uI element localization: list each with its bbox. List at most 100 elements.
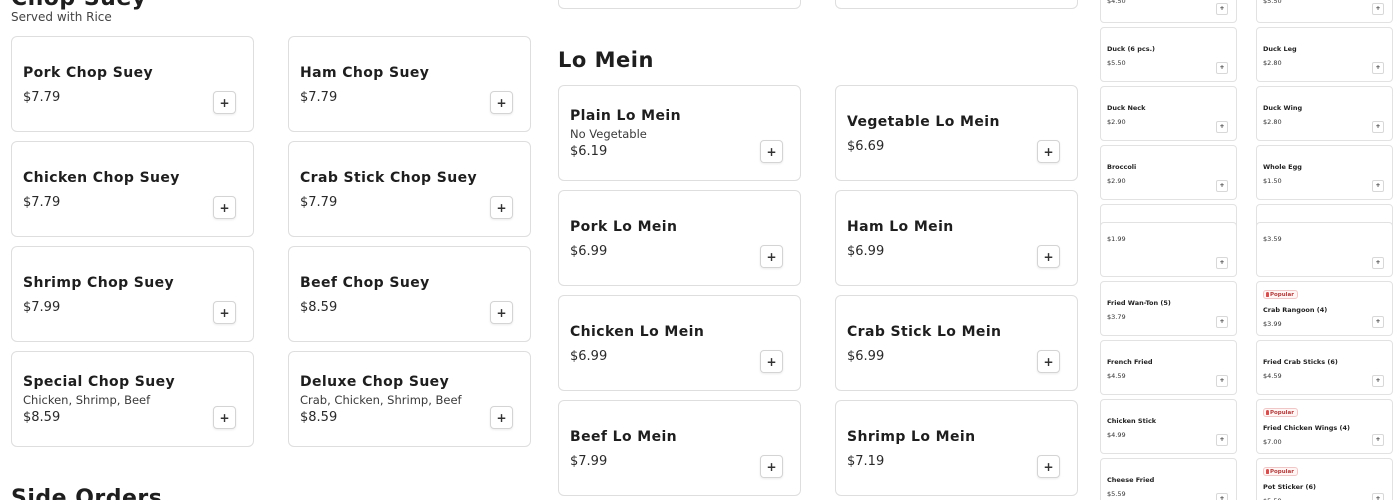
add-to-cart-button[interactable]: + [1216, 375, 1228, 387]
side-card-duck-leg[interactable]: Duck Leg $2.80 + [1256, 27, 1393, 82]
add-to-cart-button[interactable]: + [1372, 257, 1384, 269]
add-to-cart-button[interactable]: + [213, 91, 236, 114]
item-name: Plain Lo Mein [570, 108, 681, 124]
add-to-cart-button[interactable]: + [1372, 493, 1384, 500]
add-to-cart-button[interactable]: + [1216, 121, 1228, 133]
add-to-cart-button[interactable]: + [1216, 62, 1228, 74]
side-item-name: Whole Egg [1263, 163, 1302, 171]
plus-icon: + [1219, 318, 1225, 325]
side-card-french-fried[interactable]: French Fried $4.59 + [1100, 340, 1237, 395]
menu-card-ham-chop-suey[interactable]: Ham Chop Suey $7.79 + [288, 36, 531, 132]
menu-card-chicken-chop-suey[interactable]: Chicken Chop Suey $7.79 + [11, 141, 254, 237]
side-card-fried-wan-ton-5[interactable]: Fried Wan-Ton (5) $3.79 + [1100, 281, 1237, 336]
item-price: $6.19 [570, 144, 608, 159]
plus-icon: + [1375, 495, 1381, 500]
menu-card-pork-chop-suey[interactable]: Pork Chop Suey $7.79 + [11, 36, 254, 132]
add-to-cart-button[interactable]: + [1216, 3, 1228, 15]
add-to-cart-button[interactable]: + [760, 140, 783, 163]
add-to-cart-button[interactable]: + [490, 196, 513, 219]
add-to-cart-button[interactable]: + [1216, 493, 1228, 500]
add-to-cart-button[interactable]: + [1372, 316, 1384, 328]
item-name: Ham Chop Suey [300, 65, 430, 81]
plus-icon: + [766, 144, 777, 159]
side-card-fried-crab-sticks-6[interactable]: Fried Crab Sticks (6) $4.59 + [1256, 340, 1393, 395]
side-item-price: $2.80 [1263, 118, 1282, 126]
add-to-cart-button[interactable]: + [1372, 434, 1384, 446]
menu-card-plain-lo-mein[interactable]: Plain Lo Mein No Vegetable $6.19 + [558, 85, 801, 181]
add-to-cart-button[interactable]: + [1037, 455, 1060, 478]
side-card-crab-rangoon-4[interactable]: Popular Crab Rangoon (4) $3.99 + [1256, 281, 1393, 336]
menu-card-beef-chop-suey[interactable]: Beef Chop Suey $8.59 + [288, 246, 531, 342]
add-to-cart-button[interactable]: + [490, 406, 513, 429]
side-card-duck-wing[interactable]: Duck Wing $2.80 + [1256, 86, 1393, 141]
side-item-name: Duck Wing [1263, 104, 1303, 112]
plus-icon: + [219, 200, 230, 215]
side-card-pot-sticker-6[interactable]: PopularPot Sticker (6)$5.59+ [1256, 458, 1393, 500]
item-price: $6.69 [847, 139, 885, 154]
plus-icon: + [1375, 318, 1381, 325]
plus-icon: + [1219, 377, 1225, 384]
fire-icon [1266, 469, 1269, 474]
menu-card-shrimp-lo-mein[interactable]: Shrimp Lo Mein $7.19 + [835, 400, 1078, 496]
add-to-cart-button[interactable]: + [490, 91, 513, 114]
side-card[interactable]: $3.59 + [1256, 222, 1393, 277]
plus-icon: + [1219, 436, 1225, 443]
menu-card-vegetable-lo-mein[interactable]: Vegetable Lo Mein $6.69 + [835, 85, 1078, 181]
menu-card-crab-stick-chop-suey[interactable]: Crab Stick Chop Suey $7.79 + [288, 141, 531, 237]
plus-icon: + [1375, 259, 1381, 266]
side-card[interactable]: $4.50 + [1100, 0, 1237, 23]
plus-icon: + [1043, 354, 1054, 369]
menu-card-deluxe-chop-suey[interactable]: Deluxe Chop Suey Crab, Chicken, Shrimp, B… [288, 351, 531, 447]
menu-card-ham-lo-mein[interactable]: Ham Lo Mein $6.99 + [835, 190, 1078, 286]
menu-card-pork-lo-mein[interactable]: Pork Lo Mein $6.99 + [558, 190, 801, 286]
side-card[interactable]: $1.99 + [1100, 222, 1237, 277]
add-to-cart-button[interactable]: + [1037, 140, 1060, 163]
add-to-cart-button[interactable]: + [1216, 257, 1228, 269]
add-to-cart-button[interactable]: + [1372, 180, 1384, 192]
add-to-cart-button[interactable]: + [760, 245, 783, 268]
menu-card-crab-stick-lo-mein[interactable]: Crab Stick Lo Mein $6.99 + [835, 295, 1078, 391]
section-title-side-orders: Side Orders [11, 486, 163, 500]
menu-card-chicken-lo-mein[interactable]: Chicken Lo Mein $6.99 + [558, 295, 801, 391]
side-item-price: $4.59 [1107, 372, 1126, 380]
add-to-cart-button[interactable]: + [213, 301, 236, 324]
menu-card-shrimp-chop-suey[interactable]: Shrimp Chop Suey $7.99 + [11, 246, 254, 342]
side-card-duck-neck[interactable]: Duck Neck $2.90 + [1100, 86, 1237, 141]
popular-badge-label: Popular [1270, 409, 1294, 416]
side-item-price: $4.59 [1263, 372, 1282, 380]
item-name: Ham Lo Mein [847, 219, 954, 235]
item-name: Chicken Chop Suey [23, 170, 180, 186]
plus-icon: + [1043, 144, 1054, 159]
add-to-cart-button[interactable]: + [490, 301, 513, 324]
plus-icon: + [1219, 259, 1225, 266]
side-card[interactable]: $5.50 + [1256, 0, 1393, 23]
add-to-cart-button[interactable]: + [213, 406, 236, 429]
add-to-cart-button[interactable]: + [1216, 180, 1228, 192]
add-to-cart-button[interactable]: + [1372, 375, 1384, 387]
add-to-cart-button[interactable]: + [1037, 350, 1060, 373]
add-to-cart-button[interactable]: + [1372, 3, 1384, 15]
side-card-fried-chicken-wings-4[interactable]: Popular Fried Chicken Wings (4) $7.00 + [1256, 399, 1393, 454]
side-item-name: Duck Leg [1263, 45, 1297, 53]
side-card-duck-6-pcs[interactable]: Duck (6 pcs.) $5.50 + [1100, 27, 1237, 82]
add-to-cart-button[interactable]: + [1037, 245, 1060, 268]
add-to-cart-button[interactable]: + [1216, 434, 1228, 446]
add-to-cart-button[interactable]: + [760, 350, 783, 373]
add-to-cart-button[interactable]: + [1372, 62, 1384, 74]
item-price: $8.59 [300, 410, 338, 425]
item-price: $8.59 [300, 300, 338, 315]
side-card-broccoli[interactable]: Broccoli $2.90 + [1100, 145, 1237, 200]
menu-card-beef-lo-mein[interactable]: Beef Lo Mein $7.99 + [558, 400, 801, 496]
add-to-cart-button[interactable]: + [1216, 316, 1228, 328]
side-card-cheese-fried[interactable]: Cheese Fried $5.59 + [1100, 458, 1237, 500]
side-card-whole-egg[interactable]: Whole Egg $1.50 + [1256, 145, 1393, 200]
menu-card-special-chop-suey[interactable]: Special Chop Suey Chicken, Shrimp, Beef $8… [11, 351, 254, 447]
add-to-cart-button[interactable]: + [760, 455, 783, 478]
add-to-cart-button[interactable]: + [1372, 121, 1384, 133]
side-item-name: Cheese Fried [1107, 476, 1155, 484]
add-to-cart-button[interactable]: + [213, 196, 236, 219]
side-card-chicken-stick[interactable]: Chicken Stick $4.99 + [1100, 399, 1237, 454]
item-price: $6.99 [847, 244, 885, 259]
plus-icon: + [766, 459, 777, 474]
side-item-name: Duck (6 pcs.) [1107, 45, 1156, 53]
